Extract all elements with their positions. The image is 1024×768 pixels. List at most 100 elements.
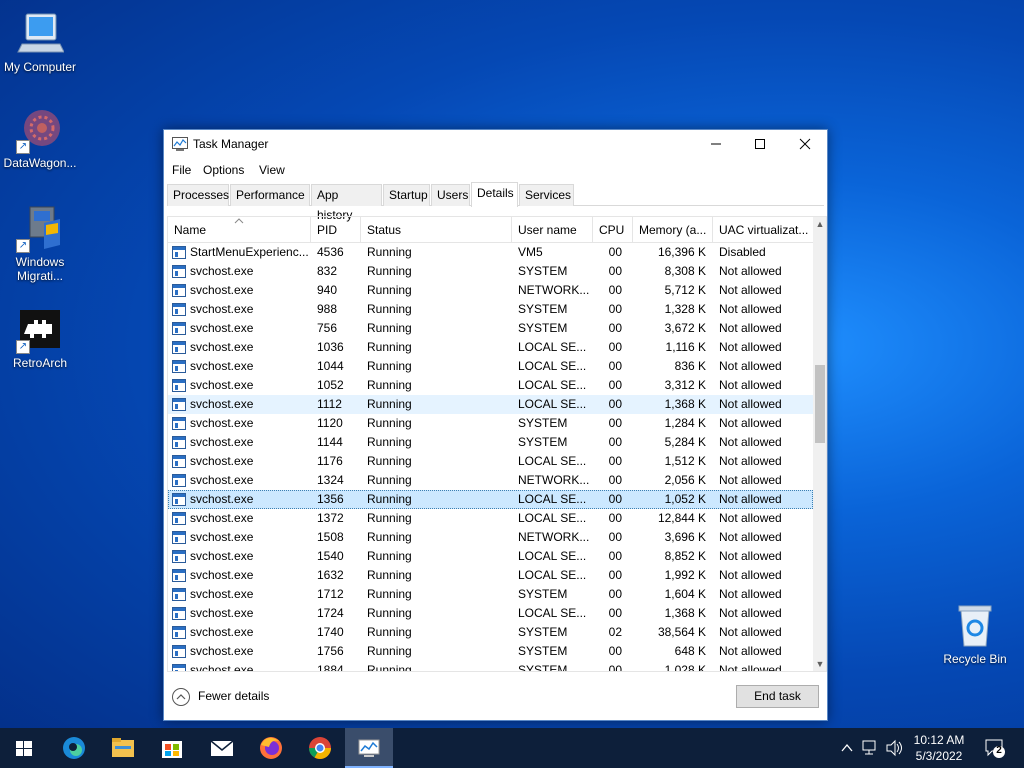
desktop-icon-recycle-bin[interactable]: Recycle Bin [935,602,1015,666]
show-hidden-icons-button[interactable] [838,728,856,768]
tab-details[interactable]: Details [471,182,518,207]
column-header-memory[interactable]: Memory (a... [633,217,713,243]
taskbar-edge[interactable] [50,728,98,768]
scroll-up-arrow-icon[interactable]: ▲ [813,217,826,231]
table-row[interactable]: svchost.exe 1176 Running LOCAL SE... 00 1,512… [168,452,813,471]
fewer-details-icon[interactable] [172,688,190,706]
taskbar-mail[interactable] [198,728,246,768]
volume-control[interactable] [884,728,904,768]
cell-uac: Disabled [719,245,766,259]
tab-app-history[interactable]: App history [311,184,382,222]
table-row[interactable]: svchost.exe 1120 Running SYSTEM 00 1,284 K Not… [168,414,813,433]
column-header-uac[interactable]: UAC virtualizat... [713,217,813,243]
tab-performance[interactable]: Performance [230,184,310,206]
table-header: Name PID Status User name CPU Memory (a.… [168,217,813,243]
cell-memory: 3,312 K [664,378,706,392]
process-icon [172,379,186,392]
process-icon [172,398,186,411]
table-row[interactable]: svchost.exe 1372 Running LOCAL SE... 00 12,84… [168,509,813,528]
table-row[interactable]: svchost.exe 1144 Running SYSTEM 00 5,284 K Not… [168,433,813,452]
table-row[interactable]: svchost.exe 756 Running SYSTEM 00 3,672 K Not … [168,319,813,338]
taskbar-store[interactable] [148,728,196,768]
cell-user: LOCAL SE... [518,340,587,354]
table-row[interactable]: svchost.exe 1356 Running LOCAL SE... 00 1,052… [168,490,813,509]
end-task-button[interactable]: End task [736,685,819,708]
table-row[interactable]: svchost.exe 1036 Running LOCAL SE... 00 1,116… [168,338,813,357]
process-icon [172,588,186,601]
table-row[interactable]: svchost.exe 832 Running SYSTEM 00 8,308 K Not … [168,262,813,281]
column-header-status[interactable]: Status [361,217,512,243]
cell-uac: Not allowed [719,568,782,582]
cell-uac: Not allowed [719,549,782,563]
window-footer: Fewer details End task [164,678,827,722]
start-button[interactable] [0,728,48,768]
table-row[interactable]: StartMenuExperienc... 4536 Running VM5 00 16,… [168,243,813,262]
shortcut-arrow-icon: ↗ [16,140,30,154]
process-icon [172,417,186,430]
table-row[interactable]: svchost.exe 1884 Running SYSTEM 00 1,028 K Not… [168,661,813,671]
tab-services[interactable]: Services [519,184,574,206]
network-status[interactable] [860,728,880,768]
cell-pid: 756 [317,321,338,335]
process-icon [172,645,186,658]
scroll-down-arrow-icon[interactable]: ▼ [813,657,826,671]
title-bar[interactable]: Task Manager [164,130,827,160]
cell-status: Running [367,549,412,563]
start-icon [16,741,32,756]
table-row[interactable]: svchost.exe 988 Running SYSTEM 00 1,328 K Not … [168,300,813,319]
table-row[interactable]: svchost.exe 1712 Running SYSTEM 00 1,604 K Not… [168,585,813,604]
column-header-user-name[interactable]: User name [512,217,593,243]
tab-users[interactable]: Users [431,184,470,206]
column-header-pid[interactable]: PID [311,217,361,243]
taskbar-task-manager[interactable] [345,728,393,768]
table-row[interactable]: svchost.exe 1324 Running NETWORK... 00 2,056 … [168,471,813,490]
cell-pid: 1540 [317,549,344,563]
menu-file[interactable]: File [172,163,191,177]
table-row[interactable]: svchost.exe 1044 Running LOCAL SE... 00 836 K… [168,357,813,376]
cell-uac: Not allowed [719,359,782,373]
table-row[interactable]: svchost.exe 1112 Running LOCAL SE... 00 1,368… [168,395,813,414]
process-icon [172,341,186,354]
taskbar-firefox[interactable] [247,728,295,768]
cell-cpu: 00 [608,473,622,487]
tab-processes[interactable]: Processes [167,184,229,206]
taskbar-chrome[interactable] [296,728,344,768]
cell-cpu: 02 [608,625,622,639]
scrollbar-thumb[interactable] [815,365,825,443]
table-row[interactable]: svchost.exe 1740 Running SYSTEM 02 38,564 K No… [168,623,813,642]
menu-options[interactable]: Options [203,163,244,177]
desktop-icon-retroarch[interactable]: ↗ RetroArch [0,306,80,370]
table-row[interactable]: svchost.exe 1052 Running LOCAL SE... 00 3,312… [168,376,813,395]
maximize-button[interactable] [737,130,783,160]
cell-memory: 5,284 K [664,435,706,449]
desktop-icon-label: Recycle Bin [943,652,1007,666]
cell-name: svchost.exe [190,587,254,601]
process-icon [172,322,186,335]
table-row[interactable]: svchost.exe 1724 Running LOCAL SE... 00 1,368… [168,604,813,623]
table-row[interactable]: svchost.exe 940 Running NETWORK... 00 5,712 K… [168,281,813,300]
fewer-details-link[interactable]: Fewer details [198,689,269,703]
table-row[interactable]: svchost.exe 1756 Running SYSTEM 00 648 K Not a… [168,642,813,661]
desktop-icon-datawagon[interactable]: ↗ DataWagon... [0,106,80,170]
cell-pid: 1176 [317,454,343,468]
desktop-icon-windows-migration[interactable]: ↗ Windows Migrati... [0,205,80,283]
cell-cpu: 00 [608,587,622,601]
column-header-cpu[interactable]: CPU [593,217,633,243]
vertical-scrollbar[interactable]: ▲ ▼ [813,217,826,671]
taskbar-clock[interactable]: 10:12 AM 5/3/2022 [902,732,976,764]
desktop-icon-label: Migrati... [16,269,63,283]
firefox-icon [260,737,282,759]
table-row[interactable]: svchost.exe 1508 Running NETWORK... 00 3,696 … [168,528,813,547]
minimize-button[interactable] [693,130,739,160]
menu-view[interactable]: View [259,163,285,177]
cell-user: LOCAL SE... [518,492,587,506]
tab-startup[interactable]: Startup [383,184,430,206]
cell-name: svchost.exe [190,492,254,506]
action-center-button[interactable]: 2 [982,728,1008,768]
desktop-icon-my-computer[interactable]: My Computer [0,10,80,74]
table-row[interactable]: svchost.exe 1540 Running LOCAL SE... 00 8,852… [168,547,813,566]
taskbar-file-explorer[interactable] [99,728,147,768]
process-icon [172,664,186,671]
close-button[interactable] [782,130,828,160]
table-row[interactable]: svchost.exe 1632 Running LOCAL SE... 00 1,992… [168,566,813,585]
